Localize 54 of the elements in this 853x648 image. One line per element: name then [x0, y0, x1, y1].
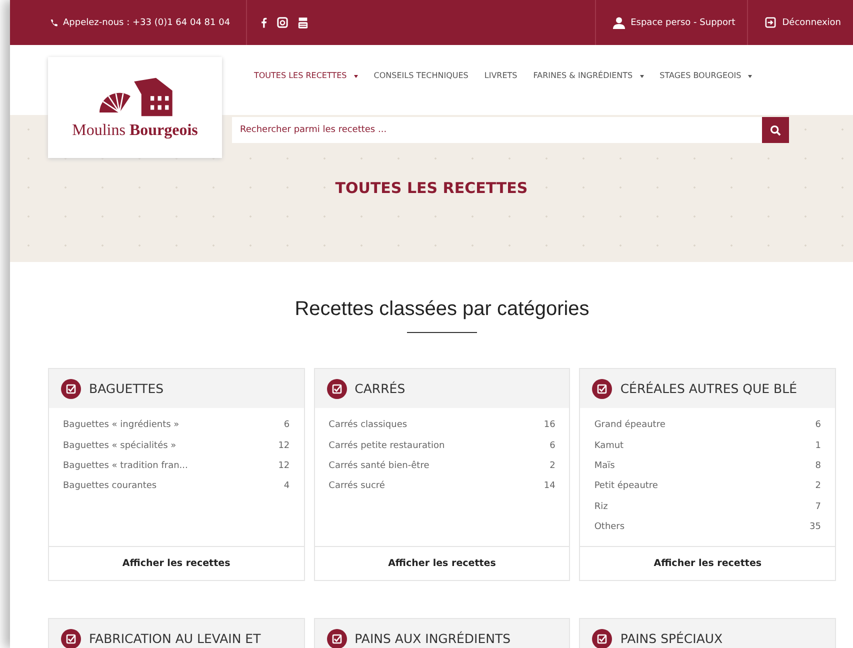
- facebook-icon[interactable]: [261, 17, 268, 28]
- recipe-count: 8: [815, 460, 821, 471]
- recipe-count: 16: [544, 420, 556, 430]
- category-link[interactable]: Kamut: [594, 440, 624, 451]
- card-title: PAINS AUX INGRÉDIENTS: [354, 631, 511, 646]
- card-title: CARRÉS: [354, 381, 406, 396]
- checkbox-icon: [61, 378, 81, 398]
- category-link[interactable]: Baguettes « ingrédients »: [63, 420, 180, 430]
- camera-icon[interactable]: [277, 17, 288, 28]
- nav-link[interactable]: FARINES & INGRÉDIENTS: [533, 71, 644, 83]
- checkbox-icon: [326, 378, 347, 398]
- recipe-count: 1: [815, 440, 821, 451]
- phone-icon: [50, 18, 58, 26]
- category-link[interactable]: Riz: [594, 502, 608, 512]
- recipe-count: 6: [815, 420, 821, 430]
- category-link[interactable]: Carrés classiques: [328, 420, 408, 430]
- category-link[interactable]: Petit épeautre: [594, 481, 658, 492]
- recipe-count: 12: [278, 460, 290, 471]
- recipe-count: 2: [815, 481, 821, 492]
- recipe-count: 7: [815, 502, 821, 512]
- recipe-count: 14: [544, 481, 556, 492]
- nav-link[interactable]: LIVRETS: [484, 71, 518, 83]
- category-link[interactable]: Baguettes « tradition fran...: [63, 460, 188, 471]
- video-icon[interactable]: [298, 16, 308, 28]
- category-link[interactable]: Grand épeautre: [594, 420, 666, 430]
- card-title: BAGUETTES: [89, 381, 164, 396]
- section-heading: Recettes classées par catégories: [294, 298, 590, 321]
- category-link[interactable]: Baguettes courantes: [63, 481, 157, 492]
- recipe-count: 35: [810, 522, 821, 532]
- category-link[interactable]: Baguettes « spécialités »: [63, 440, 176, 451]
- logo[interactable]: Moulins Bourgeois: [48, 57, 222, 158]
- logo-text: Moulins Bourgeois: [72, 122, 198, 140]
- recipe-count: 6: [284, 420, 290, 430]
- category-link[interactable]: Carrés santé bien-être: [328, 460, 430, 471]
- card-title: PAINS SPÉCIAUX: [620, 631, 723, 646]
- nav-link[interactable]: CONSEILS TECHNIQUES: [374, 71, 468, 83]
- recipe-count: 4: [284, 481, 290, 492]
- user-icon: [612, 16, 625, 28]
- nav-link[interactable]: STAGES BOURGEOIS: [660, 71, 752, 83]
- nav-link[interactable]: TOUTES LES RECETTES: [254, 71, 358, 83]
- recipe-count: 2: [550, 460, 556, 471]
- checkbox-icon: [592, 378, 612, 398]
- category-link[interactable]: Carrés sucré: [328, 481, 385, 492]
- recipe-count: 6: [550, 440, 556, 451]
- exit-icon: [765, 17, 776, 28]
- search-button[interactable]: [762, 117, 789, 143]
- page-title: TOUTES LES RECETTES: [334, 179, 529, 197]
- card-title: CÉRÉALES AUTRES QUE BLÉ: [620, 381, 797, 396]
- recipe-count: 12: [278, 440, 290, 451]
- card-title: FABRICATION AU LEVAIN ET: [89, 631, 261, 646]
- category-link[interactable]: Maïs: [594, 460, 615, 471]
- search-icon: [770, 124, 781, 136]
- category-link[interactable]: Carrés petite restauration: [328, 440, 445, 451]
- category-link[interactable]: Others: [594, 522, 625, 532]
